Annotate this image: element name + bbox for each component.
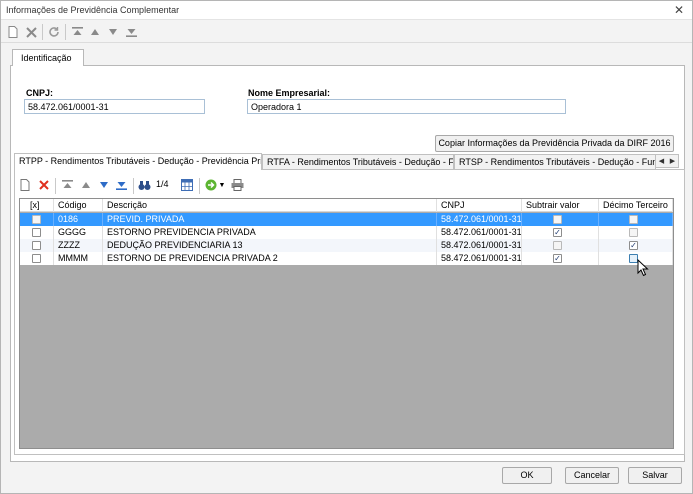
- header-descricao[interactable]: Descrição: [103, 199, 437, 212]
- table-row[interactable]: MMMM ESTORNO DE PREVIDENCIA PRIVADA 2 58…: [20, 252, 673, 265]
- tab-scroll-buttons[interactable]: ◀ ▶: [655, 154, 679, 168]
- cell-descricao: ESTORNO PREVIDENCIA PRIVADA: [103, 226, 437, 239]
- up-icon[interactable]: [87, 24, 103, 40]
- binoculars-icon[interactable]: [137, 177, 152, 193]
- data-grid: [x] Código Descrição CNPJ Subtrair valor…: [19, 198, 674, 449]
- cnpj-label: CNPJ:: [26, 88, 54, 98]
- tab-rtfa[interactable]: RTFA - Rendimentos Tributáveis - Dedução…: [262, 154, 454, 169]
- table-row[interactable]: ZZZZ DEDUÇÃO PREVIDENCIARIA 13 58.472.06…: [20, 239, 673, 252]
- cell-cnpj: 58.472.061/0001-31: [437, 213, 522, 226]
- first-icon[interactable]: [69, 24, 85, 40]
- subtrair-checkbox[interactable]: [553, 215, 562, 224]
- calendar-grid-icon[interactable]: [179, 177, 194, 193]
- grid-up-icon[interactable]: [78, 177, 93, 193]
- grid-header-row: [x] Código Descrição CNPJ Subtrair valor…: [20, 199, 673, 212]
- close-icon[interactable]: ✕: [674, 3, 684, 17]
- grid-last-icon[interactable]: [114, 177, 129, 193]
- grid-first-icon[interactable]: [60, 177, 75, 193]
- nome-empresarial-label: Nome Empresarial:: [248, 88, 331, 98]
- row-select-checkbox[interactable]: [32, 215, 41, 224]
- refresh-icon[interactable]: [46, 24, 62, 40]
- nome-empresarial-field[interactable]: Operadora 1: [247, 99, 566, 114]
- chevron-left-icon[interactable]: ◀: [659, 157, 664, 165]
- cnpj-field[interactable]: 58.472.061/0001-31: [24, 99, 205, 114]
- window-title: Informações de Previdência Complementar: [6, 5, 180, 15]
- cell-descricao: PREVID. PRIVADA: [103, 213, 437, 226]
- mouse-cursor-icon: [637, 259, 649, 277]
- grid-toolbar: 1/4 ▼: [17, 176, 677, 194]
- print-icon[interactable]: [230, 177, 245, 193]
- title-bar: Informações de Previdência Complementar …: [1, 1, 692, 20]
- delete-icon[interactable]: [23, 24, 39, 40]
- inner-tab-strip: RTPP - Rendimentos Tributáveis - Dedução…: [14, 153, 679, 170]
- page-counter: 1/4: [156, 179, 169, 189]
- header-codigo[interactable]: Código: [54, 199, 103, 212]
- main-toolbar: [1, 21, 692, 43]
- cell-cnpj: 58.472.061/0001-31: [437, 226, 522, 239]
- new-icon[interactable]: [5, 24, 21, 40]
- grid-down-icon[interactable]: [96, 177, 111, 193]
- cell-descricao: ESTORNO DE PREVIDENCIA PRIVADA 2: [103, 252, 437, 265]
- subtrair-checkbox[interactable]: [553, 241, 562, 250]
- subtrair-checkbox[interactable]: ✓: [553, 228, 562, 237]
- grid-new-icon[interactable]: [17, 177, 32, 193]
- grid-delete-icon[interactable]: [36, 177, 51, 193]
- export-icon[interactable]: [204, 177, 219, 193]
- decimo-checkbox[interactable]: ✓: [629, 241, 638, 250]
- ok-button[interactable]: OK: [502, 467, 552, 484]
- decimo-checkbox[interactable]: [629, 215, 638, 224]
- down-icon[interactable]: [105, 24, 121, 40]
- tab-rtsp[interactable]: RTSP - Rendimentos Tributáveis - Dedução…: [454, 154, 656, 169]
- chevron-down-icon[interactable]: ▼: [218, 177, 226, 193]
- cell-descricao: DEDUÇÃO PREVIDENCIARIA 13: [103, 239, 437, 252]
- header-select[interactable]: [x]: [20, 199, 54, 212]
- tab-identificacao[interactable]: Identificação: [12, 49, 84, 66]
- cell-cnpj: 58.472.061/0001-31: [437, 252, 522, 265]
- cancel-button[interactable]: Cancelar: [565, 467, 619, 484]
- header-decimo[interactable]: Décimo Terceiro: [599, 199, 673, 212]
- header-cnpj[interactable]: CNPJ: [437, 199, 522, 212]
- header-subtrair[interactable]: Subtrair valor: [522, 199, 599, 212]
- save-button[interactable]: Salvar: [628, 467, 682, 484]
- copy-dirf-button[interactable]: Copiar Informações da Previdência Privad…: [435, 135, 674, 152]
- decimo-checkbox[interactable]: [629, 228, 638, 237]
- cell-codigo: MMMM: [54, 252, 103, 265]
- row-select-checkbox[interactable]: [32, 254, 41, 263]
- row-select-checkbox[interactable]: [32, 228, 41, 237]
- cell-codigo: GGGG: [54, 226, 103, 239]
- cell-codigo: ZZZZ: [54, 239, 103, 252]
- chevron-right-icon[interactable]: ▶: [670, 157, 675, 165]
- cell-codigo: 0186: [54, 213, 103, 226]
- row-select-checkbox[interactable]: [32, 241, 41, 250]
- last-icon[interactable]: [123, 24, 139, 40]
- subtrair-checkbox[interactable]: ✓: [553, 254, 562, 263]
- table-row[interactable]: 0186 PREVID. PRIVADA 58.472.061/0001-31: [20, 213, 673, 226]
- dialog-window: Informações de Previdência Complementar …: [0, 0, 693, 494]
- cell-cnpj: 58.472.061/0001-31: [437, 239, 522, 252]
- tab-rtpp[interactable]: RTPP - Rendimentos Tributáveis - Dedução…: [14, 153, 262, 170]
- table-row[interactable]: GGGG ESTORNO PREVIDENCIA PRIVADA 58.472.…: [20, 226, 673, 239]
